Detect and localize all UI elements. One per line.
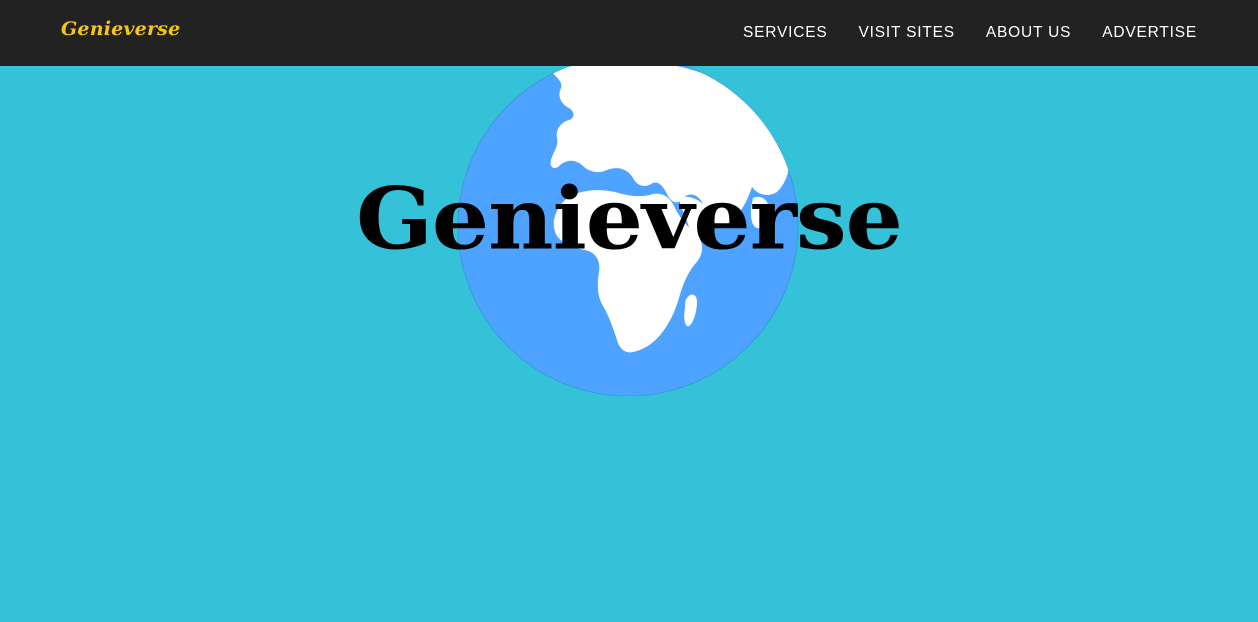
nav-link-advertise[interactable]: ADVERTISE [1102,24,1197,41]
nav-link-visit-sites[interactable]: VISIT SITES [858,24,954,41]
nav-item-about-us: ABOUT US [986,24,1071,42]
nav-link-services[interactable]: SERVICES [743,24,828,41]
brand-logo[interactable]: Genieverse [61,18,180,40]
hero-title: Genieverse [356,168,903,270]
nav-item-visit-sites: VISIT SITES [858,24,954,42]
hero-section: Genieverse [0,66,1258,622]
nav-item-services: SERVICES [743,24,828,42]
nav-menu: SERVICES VISIT SITES ABOUT US ADVERTISE [743,0,1197,66]
nav-item-advertise: ADVERTISE [1102,24,1197,42]
nav-link-about-us[interactable]: ABOUT US [986,24,1071,41]
navbar: Genieverse SERVICES VISIT SITES ABOUT US… [0,0,1258,66]
